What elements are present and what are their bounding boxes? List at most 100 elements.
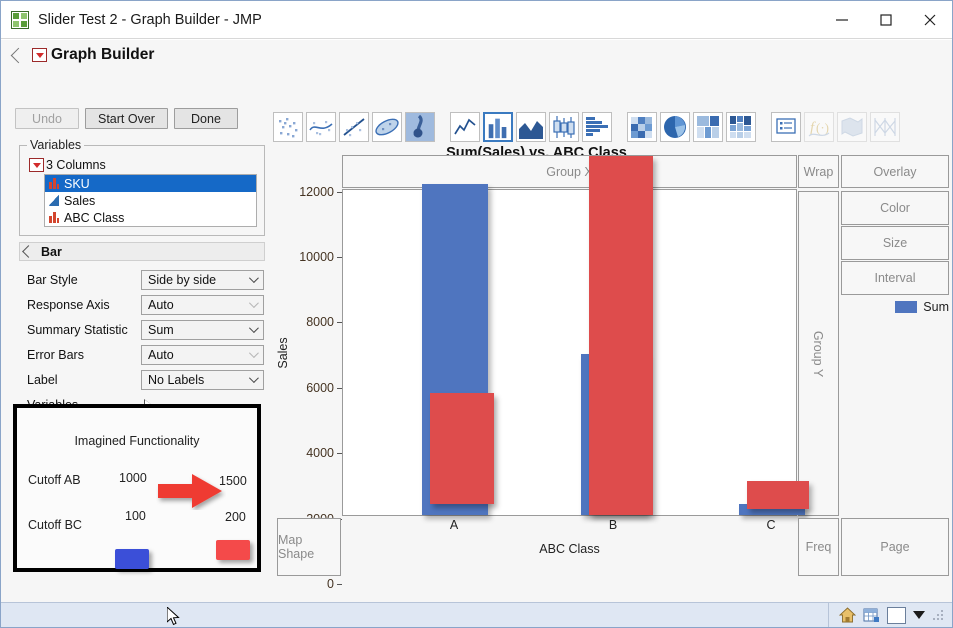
columns-header-row[interactable]: 3 Columns bbox=[29, 158, 257, 172]
smoother-icon[interactable] bbox=[306, 112, 336, 142]
resize-grip-icon[interactable] bbox=[932, 609, 944, 621]
dropzone-label: Group X bbox=[546, 164, 593, 179]
bar-section-label: Bar bbox=[41, 244, 62, 259]
points-icon[interactable] bbox=[273, 112, 303, 142]
variables-legend: Variables bbox=[30, 138, 82, 152]
action-buttons: Undo Start Over Done bbox=[9, 108, 271, 129]
option-label: Label bbox=[27, 372, 58, 387]
column-label: Sales bbox=[64, 193, 96, 208]
dropzone-label: Group Y bbox=[811, 330, 826, 377]
treemap-icon[interactable] bbox=[693, 112, 723, 142]
histogram-icon[interactable] bbox=[582, 112, 612, 142]
swatch-current-color bbox=[115, 549, 149, 569]
dropzone-page[interactable]: Page bbox=[841, 518, 949, 576]
chevron-down-icon bbox=[248, 273, 259, 284]
y-tick-label: 4000 bbox=[306, 446, 334, 460]
column-label: SKU bbox=[64, 176, 90, 191]
dropzone-freq[interactable]: Freq bbox=[798, 518, 839, 576]
cutoff-bc-label: Cutoff BC bbox=[28, 518, 82, 532]
home-icon[interactable] bbox=[839, 607, 856, 623]
close-button[interactable] bbox=[908, 1, 952, 38]
x-tick-label: B bbox=[608, 518, 618, 532]
dropzone-map-shape[interactable]: Map Shape bbox=[277, 518, 341, 576]
column-item-sales[interactable]: Sales bbox=[45, 192, 256, 209]
dropzone-size[interactable]: Size bbox=[841, 226, 949, 260]
x-tick-label: C bbox=[766, 518, 776, 532]
jmp-window: Slider Test 2 - Graph Builder - JMP Grap… bbox=[0, 0, 953, 628]
column-label: ABC Class bbox=[64, 210, 125, 225]
bar-style-value: Side by side bbox=[148, 272, 217, 287]
option-label: Summary Statistic bbox=[27, 322, 128, 337]
annotation-rect-B bbox=[589, 156, 653, 515]
column-item-sku[interactable]: SKU bbox=[45, 175, 256, 192]
parallel-plot-icon[interactable] bbox=[870, 112, 900, 142]
area-chart-icon[interactable] bbox=[516, 112, 546, 142]
dropzone-label: Wrap bbox=[803, 164, 834, 179]
mosaic-icon[interactable] bbox=[726, 112, 756, 142]
x-axis-title: ABC Class bbox=[539, 542, 600, 556]
x-tick-label: A bbox=[449, 518, 459, 532]
continuous-triangle-icon bbox=[49, 195, 59, 206]
line-of-fit-icon[interactable] bbox=[339, 112, 369, 142]
dropzone-group-y[interactable]: Group Y bbox=[798, 191, 839, 516]
data-table-icon[interactable] bbox=[863, 607, 880, 623]
white-box-icon[interactable] bbox=[887, 606, 906, 624]
window-title: Slider Test 2 - Graph Builder - JMP bbox=[38, 11, 262, 28]
dropzone-group-x[interactable]: Group X bbox=[342, 155, 797, 188]
minimize-button[interactable] bbox=[820, 1, 864, 38]
contour-icon[interactable] bbox=[405, 112, 435, 142]
response-axis-value: Auto bbox=[148, 297, 174, 312]
dropzone-wrap[interactable]: Wrap bbox=[798, 155, 839, 188]
ellipse-icon[interactable] bbox=[372, 112, 402, 142]
column-item-abc-class[interactable]: ABC Class bbox=[45, 209, 256, 226]
legend-label: Sum bbox=[923, 300, 949, 314]
columns-red-triangle-icon[interactable] bbox=[29, 158, 44, 172]
option-row-label: Label No Labels bbox=[9, 367, 271, 392]
maximize-button[interactable] bbox=[864, 1, 908, 38]
bar-chart-icon[interactable] bbox=[483, 112, 513, 142]
bar-style-select[interactable]: Side by side bbox=[141, 269, 264, 290]
plot-wrapper: Group X Wrap Group Y Overlay Color Size bbox=[273, 155, 950, 591]
response-axis-select[interactable]: Auto bbox=[141, 294, 264, 315]
bar-section-header[interactable]: Bar bbox=[19, 242, 265, 261]
summary-statistic-select[interactable]: Sum bbox=[141, 319, 264, 340]
summary-statistic-value: Sum bbox=[148, 322, 174, 337]
graph-area: f (·) Sum(Sales) vs. ABC Class Group X W… bbox=[273, 108, 950, 591]
formula-icon[interactable]: f (·) bbox=[804, 112, 834, 142]
option-label: Response Axis bbox=[27, 297, 110, 312]
caret-down-icon[interactable] bbox=[913, 611, 925, 619]
outline-triangle-icon[interactable] bbox=[10, 47, 27, 63]
legend-swatch bbox=[895, 301, 918, 313]
dropzone-color[interactable]: Color bbox=[841, 191, 949, 225]
plot-canvas[interactable] bbox=[342, 156, 809, 516]
red-triangle-icon[interactable] bbox=[32, 48, 47, 62]
y-tick-label: 8000 bbox=[306, 315, 334, 329]
undo-button[interactable]: Undo bbox=[15, 108, 79, 129]
cutoff-ab-current-value: 1000 bbox=[119, 471, 147, 485]
option-row-summary-statistic: Summary Statistic Sum bbox=[9, 317, 271, 342]
dropzone-interval[interactable]: Interval bbox=[841, 261, 949, 295]
chevron-down-icon bbox=[248, 348, 259, 359]
columns-list: SKU Sales ABC Class bbox=[44, 174, 257, 227]
section-triangle-icon bbox=[22, 245, 35, 258]
heatmap-icon[interactable] bbox=[627, 112, 657, 142]
report-header: Graph Builder bbox=[1, 40, 952, 64]
line-chart-icon[interactable] bbox=[450, 112, 480, 142]
pie-chart-icon[interactable] bbox=[660, 112, 690, 142]
map-shapes-icon[interactable] bbox=[837, 112, 867, 142]
caption-box-icon[interactable] bbox=[771, 112, 801, 142]
option-label: Bar Style bbox=[27, 272, 78, 287]
right-arrow-icon bbox=[158, 474, 222, 508]
label-value: No Labels bbox=[148, 372, 205, 387]
y-tick-label: 10000 bbox=[299, 250, 334, 264]
title-bar: Slider Test 2 - Graph Builder - JMP bbox=[1, 1, 952, 39]
dropzone-overlay[interactable]: Overlay bbox=[841, 155, 949, 188]
columns-count-label: 3 Columns bbox=[46, 158, 106, 172]
label-select[interactable]: No Labels bbox=[141, 369, 264, 390]
done-button[interactable]: Done bbox=[173, 108, 238, 129]
error-bars-select[interactable]: Auto bbox=[141, 344, 264, 365]
box-plot-icon[interactable] bbox=[549, 112, 579, 142]
chart-legend: Sum bbox=[895, 300, 949, 314]
cutoff-bc-current-value: 100 bbox=[125, 509, 146, 523]
start-over-button[interactable]: Start Over bbox=[85, 108, 168, 129]
